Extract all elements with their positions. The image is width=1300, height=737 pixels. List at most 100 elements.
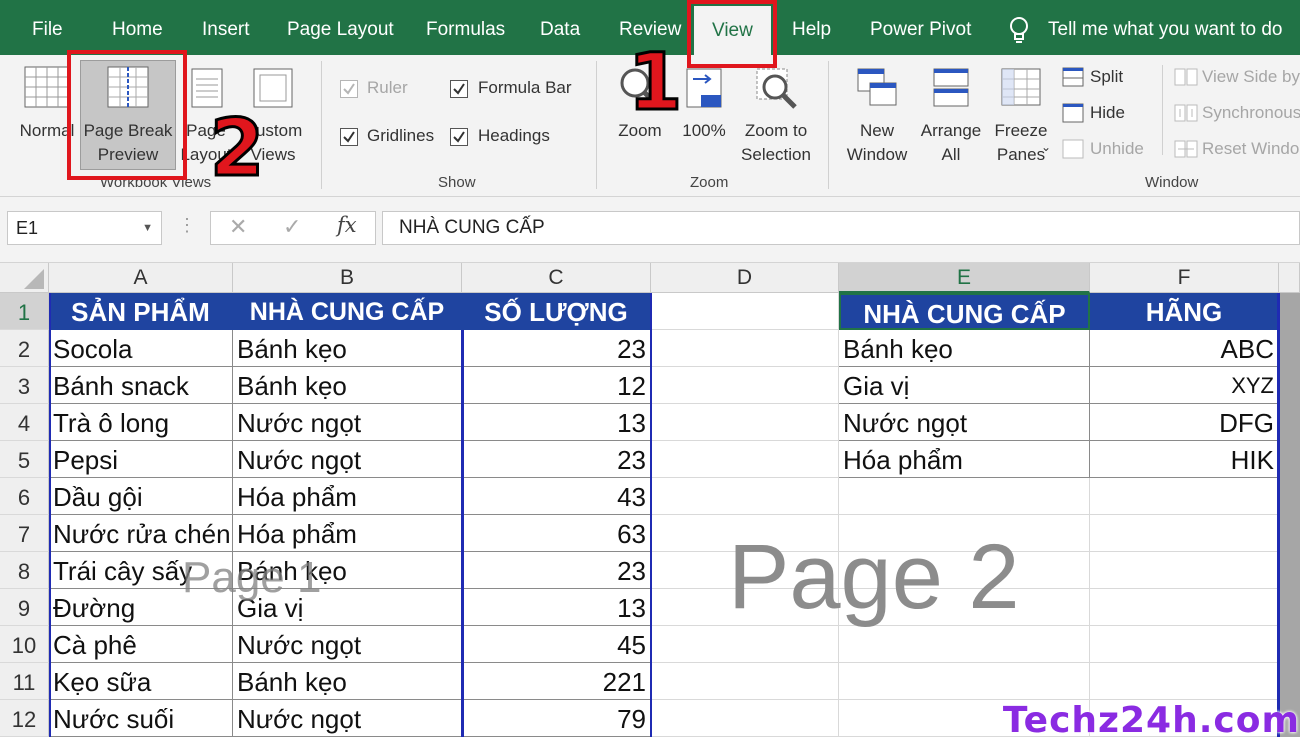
empty-cell[interactable]: [1090, 589, 1279, 626]
table1-cell[interactable]: Bánh snack: [49, 367, 233, 404]
table2-cell[interactable]: Bánh kẹo: [839, 330, 1090, 367]
page-break-line[interactable]: [650, 293, 652, 737]
table1-cell[interactable]: Cà phê: [49, 626, 233, 663]
formula-input[interactable]: NHÀ CUNG CẤP: [382, 211, 1300, 245]
table2-cell[interactable]: HIK: [1090, 441, 1279, 478]
chevron-down-icon[interactable]: ▼: [142, 212, 153, 244]
table1-cell[interactable]: 63: [462, 515, 651, 552]
column-header-e[interactable]: E: [839, 263, 1090, 293]
table1-cell[interactable]: Nước ngọt: [233, 441, 462, 478]
zoom-to-selection-button[interactable]: Zoom to Selection: [736, 65, 816, 167]
empty-cell[interactable]: [1090, 515, 1279, 552]
empty-cell[interactable]: [651, 404, 839, 441]
table2-cell[interactable]: Nước ngọt: [839, 404, 1090, 441]
tab-page-layout[interactable]: Page Layout: [287, 0, 394, 55]
reset-window-position-button[interactable]: Reset Windo: [1202, 139, 1299, 159]
empty-cell[interactable]: [651, 478, 839, 515]
empty-cell[interactable]: [651, 441, 839, 478]
zoom-100-button[interactable]: 100%: [676, 65, 732, 143]
row-header[interactable]: 9: [0, 589, 49, 626]
table1-cell[interactable]: Nước suối: [49, 700, 233, 737]
tab-power-pivot[interactable]: Power Pivot: [870, 0, 971, 55]
table1-cell[interactable]: Bánh kẹo: [233, 663, 462, 700]
lightbulb-icon[interactable]: [1008, 0, 1030, 55]
name-box[interactable]: E1 ▼: [7, 211, 162, 245]
table1-cell[interactable]: 12: [462, 367, 651, 404]
row-header[interactable]: 5: [0, 441, 49, 478]
tab-help[interactable]: Help: [792, 0, 831, 55]
table1-cell[interactable]: 221: [462, 663, 651, 700]
table1-cell[interactable]: Bánh kẹo: [233, 330, 462, 367]
table2-cell[interactable]: Hóa phẩm: [839, 441, 1090, 478]
table1-cell[interactable]: 13: [462, 589, 651, 626]
table1-cell[interactable]: Hóa phẩm: [233, 478, 462, 515]
empty-cell[interactable]: [1090, 663, 1279, 700]
insert-function-icon[interactable]: fx: [337, 213, 357, 237]
unhide-button[interactable]: Unhide: [1090, 139, 1144, 159]
tab-home[interactable]: Home: [112, 0, 163, 55]
column-header-c[interactable]: C: [462, 263, 651, 293]
arrange-all-button[interactable]: Arrange All: [914, 65, 988, 167]
empty-cell[interactable]: [651, 700, 839, 737]
page-break-line[interactable]: [49, 293, 51, 737]
empty-cell[interactable]: [839, 626, 1090, 663]
ruler-checkbox[interactable]: [340, 80, 358, 98]
empty-cell[interactable]: [1090, 478, 1279, 515]
gridlines-checkbox[interactable]: [340, 128, 358, 146]
row-header[interactable]: 6: [0, 478, 49, 515]
column-header-g[interactable]: [1279, 263, 1300, 293]
table2-header-cell-selected[interactable]: NHÀ CUNG CẤP: [839, 293, 1090, 330]
table1-cell[interactable]: Nước ngọt: [233, 404, 462, 441]
empty-cell[interactable]: [839, 663, 1090, 700]
column-header-f[interactable]: F: [1090, 263, 1279, 293]
column-header-a[interactable]: A: [49, 263, 233, 293]
tab-insert[interactable]: Insert: [202, 0, 250, 55]
table1-cell[interactable]: Nước ngọt: [233, 626, 462, 663]
empty-cell[interactable]: [1090, 552, 1279, 589]
table1-cell[interactable]: Pepsi: [49, 441, 233, 478]
table1-cell[interactable]: 13: [462, 404, 651, 441]
table2-cell[interactable]: ABC: [1090, 330, 1279, 367]
cancel-icon[interactable]: ✕: [229, 214, 247, 240]
table1-header-cell[interactable]: NHÀ CUNG CẤP: [233, 293, 462, 330]
hide-button[interactable]: Hide: [1090, 103, 1125, 123]
table2-cell[interactable]: Gia vị: [839, 367, 1090, 404]
row-header[interactable]: 3: [0, 367, 49, 404]
tab-file[interactable]: File: [32, 0, 63, 55]
table1-cell[interactable]: 45: [462, 626, 651, 663]
select-all-corner[interactable]: [0, 263, 49, 293]
enter-check-icon[interactable]: ✓: [283, 214, 301, 240]
table1-cell[interactable]: Socola: [49, 330, 233, 367]
table2-cell[interactable]: DFG: [1090, 404, 1279, 441]
row-header[interactable]: 12: [0, 700, 49, 737]
empty-cell[interactable]: [1090, 626, 1279, 663]
table1-cell[interactable]: Trà ô long: [49, 404, 233, 441]
formula-bar-checkbox[interactable]: [450, 80, 468, 98]
empty-cell[interactable]: [651, 626, 839, 663]
synchronous-scrolling-button[interactable]: Synchronous: [1202, 103, 1300, 123]
tell-me-search[interactable]: Tell me what you want to do: [1048, 0, 1282, 55]
table1-header-cell[interactable]: SẢN PHẨM: [49, 293, 233, 330]
table1-cell[interactable]: Nước rửa chén: [49, 515, 233, 552]
table1-header-cell[interactable]: SỐ LƯỢNG: [462, 293, 651, 330]
row-header[interactable]: 1: [0, 293, 49, 330]
table1-cell[interactable]: 43: [462, 478, 651, 515]
row-header[interactable]: 10: [0, 626, 49, 663]
table1-cell[interactable]: Kẹo sữa: [49, 663, 233, 700]
new-window-button[interactable]: New Window: [840, 65, 914, 167]
empty-cell[interactable]: [651, 293, 839, 330]
formula-bar-grip-icon[interactable]: ⋮: [178, 215, 196, 236]
row-header[interactable]: 2: [0, 330, 49, 367]
headings-checkbox[interactable]: [450, 128, 468, 146]
tab-formulas[interactable]: Formulas: [426, 0, 505, 55]
page-break-line[interactable]: [461, 330, 464, 737]
column-header-d[interactable]: D: [651, 263, 839, 293]
table1-cell[interactable]: Bánh kẹo: [233, 367, 462, 404]
view-side-by-side-button[interactable]: View Side by: [1202, 67, 1300, 87]
table1-cell[interactable]: 79: [462, 700, 651, 737]
table1-cell[interactable]: 23: [462, 441, 651, 478]
empty-cell[interactable]: [839, 478, 1090, 515]
table1-cell[interactable]: Hóa phẩm: [233, 515, 462, 552]
table2-cell[interactable]: XYZ: [1090, 367, 1279, 404]
row-header[interactable]: 7: [0, 515, 49, 552]
